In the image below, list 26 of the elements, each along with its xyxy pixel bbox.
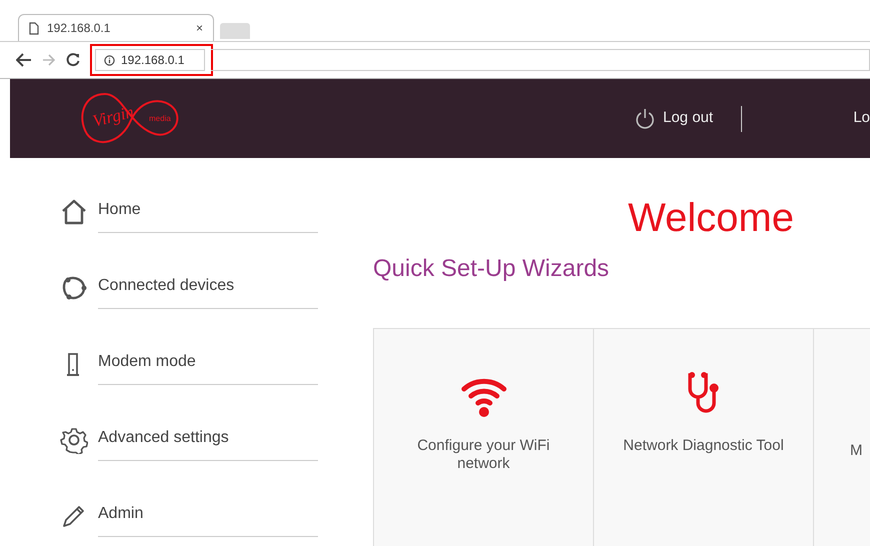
close-icon[interactable]: × (196, 19, 203, 37)
power-icon (635, 108, 655, 130)
back-icon[interactable] (16, 53, 32, 67)
section-heading: Quick Set-Up Wizards (373, 254, 610, 284)
card-label: Network Diagnostic Tool (622, 437, 785, 455)
wizard-card[interactable]: M (813, 328, 870, 546)
sidebar-item[interactable]: Advanced settings (60, 424, 320, 500)
address-field[interactable]: 192.168.0.1 (95, 49, 205, 71)
browser-tab[interactable]: 192.168.0.1 × (18, 14, 214, 41)
page-title: Welcome (628, 195, 795, 242)
page-icon (29, 22, 39, 34)
sidebar-item[interactable]: Home (60, 196, 320, 272)
header-link[interactable]: Lo (853, 107, 870, 130)
card-label: Configure your WiFi network (416, 437, 551, 473)
wizard-card[interactable]: Configure your WiFi network (373, 328, 594, 546)
logout-link[interactable]: Log out (635, 107, 714, 130)
settings-icon (60, 426, 88, 454)
wizard-card[interactable]: Network Diagnostic Tool (593, 328, 814, 546)
reload-icon[interactable] (66, 53, 80, 67)
card-label: M (850, 442, 862, 460)
device-cluster-icon (60, 274, 88, 302)
info-icon (104, 54, 115, 66)
sidebar-item[interactable]: Admin (60, 500, 320, 546)
sidebar-item[interactable]: Connected devices (60, 272, 320, 348)
sidebar-item[interactable]: Modem mode (60, 348, 320, 424)
home-icon (60, 198, 88, 226)
